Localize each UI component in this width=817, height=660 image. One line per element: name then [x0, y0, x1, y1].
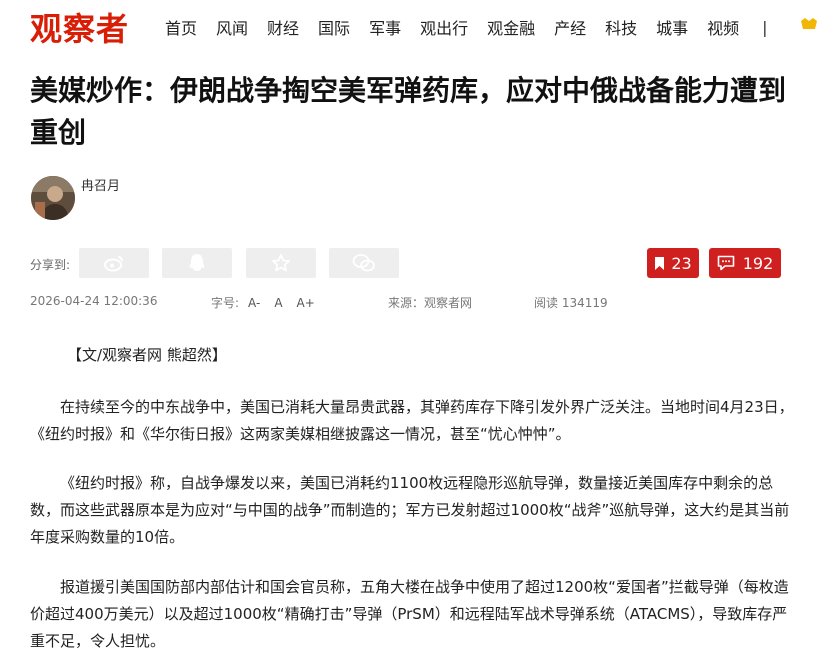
- font-size-control: 字号: A- A A+: [211, 294, 315, 311]
- nav-item-fintech[interactable]: 观金融: [487, 15, 535, 39]
- nav-separator: |: [762, 17, 768, 37]
- nav-item-city[interactable]: 城事: [656, 15, 688, 39]
- bookmark-button[interactable]: 23: [647, 248, 699, 278]
- article-title: 美媒炒作：伊朗战争掏空美军弹药库，应对中俄战备能力遭到重创: [30, 74, 787, 149]
- main-nav: 首页 风闻 财经 国际 军事 观出行 观金融 产经 科技 城事 视频 |: [165, 15, 768, 39]
- bookmark-count: 23: [671, 253, 692, 273]
- author-avatar[interactable]: [31, 176, 75, 220]
- share-qq-button[interactable]: [162, 248, 232, 278]
- share-wechat-button[interactable]: [329, 248, 399, 278]
- nav-item-video[interactable]: 视频: [707, 15, 739, 39]
- comment-count: 192: [742, 253, 774, 273]
- weibo-icon: [103, 254, 125, 272]
- font-size-decrease-button[interactable]: A-: [248, 296, 260, 310]
- nav-item-fengwen[interactable]: 风闻: [216, 15, 248, 39]
- article-paragraph: 在持续至今的中东战争中，美国已消耗大量昂贵武器，其弹药库存下降引发外界广泛关注。…: [30, 398, 794, 443]
- site-logo[interactable]: 观察者: [30, 4, 129, 50]
- nav-item-home[interactable]: 首页: [165, 15, 197, 39]
- share-weibo-button[interactable]: [79, 248, 149, 278]
- share-favorite-button[interactable]: [246, 248, 316, 278]
- nav-item-industry[interactable]: 产经: [554, 15, 586, 39]
- nav-item-international[interactable]: 国际: [318, 15, 350, 39]
- qq-icon: [188, 253, 206, 273]
- top-navigation-bar: 观察者 首页 风闻 财经 国际 军事 观出行 观金融 产经 科技 城事 视频 |: [0, 0, 817, 52]
- share-label: 分享到:: [30, 258, 71, 272]
- wechat-icon: [352, 253, 376, 273]
- nav-item-mobility[interactable]: 观出行: [420, 15, 468, 39]
- vip-icon[interactable]: [800, 17, 817, 31]
- nav-item-finance[interactable]: 财经: [267, 15, 299, 39]
- bookmark-icon: [654, 256, 665, 271]
- star-icon: [271, 253, 291, 273]
- publish-date: 2026-04-24 12:00:36: [30, 294, 158, 308]
- font-size-increase-button[interactable]: A+: [297, 296, 315, 310]
- comment-button[interactable]: 192: [709, 248, 781, 278]
- font-size-label: 字号:: [211, 296, 240, 310]
- view-count: 阅读 134119: [534, 296, 608, 310]
- article-paragraph: 报道援引美国国防部内部估计和国会官员称，五角大楼在战争中使用了超过1200枚“爱…: [30, 578, 789, 650]
- nav-item-military[interactable]: 军事: [369, 15, 401, 39]
- article-paragraph: 《纽约时报》称，自战争爆发以来，美国已消耗约1100枚远程隐形巡航导弹，数量接近…: [30, 474, 790, 546]
- author-name[interactable]: 冉召月: [81, 175, 120, 194]
- article-source: 来源：观察者网: [388, 296, 473, 310]
- font-size-default-button[interactable]: A: [274, 296, 282, 310]
- nav-item-tech[interactable]: 科技: [605, 15, 637, 39]
- article-byline: 【文/观察者网 熊超然】: [67, 346, 227, 364]
- comment-icon: [717, 255, 735, 271]
